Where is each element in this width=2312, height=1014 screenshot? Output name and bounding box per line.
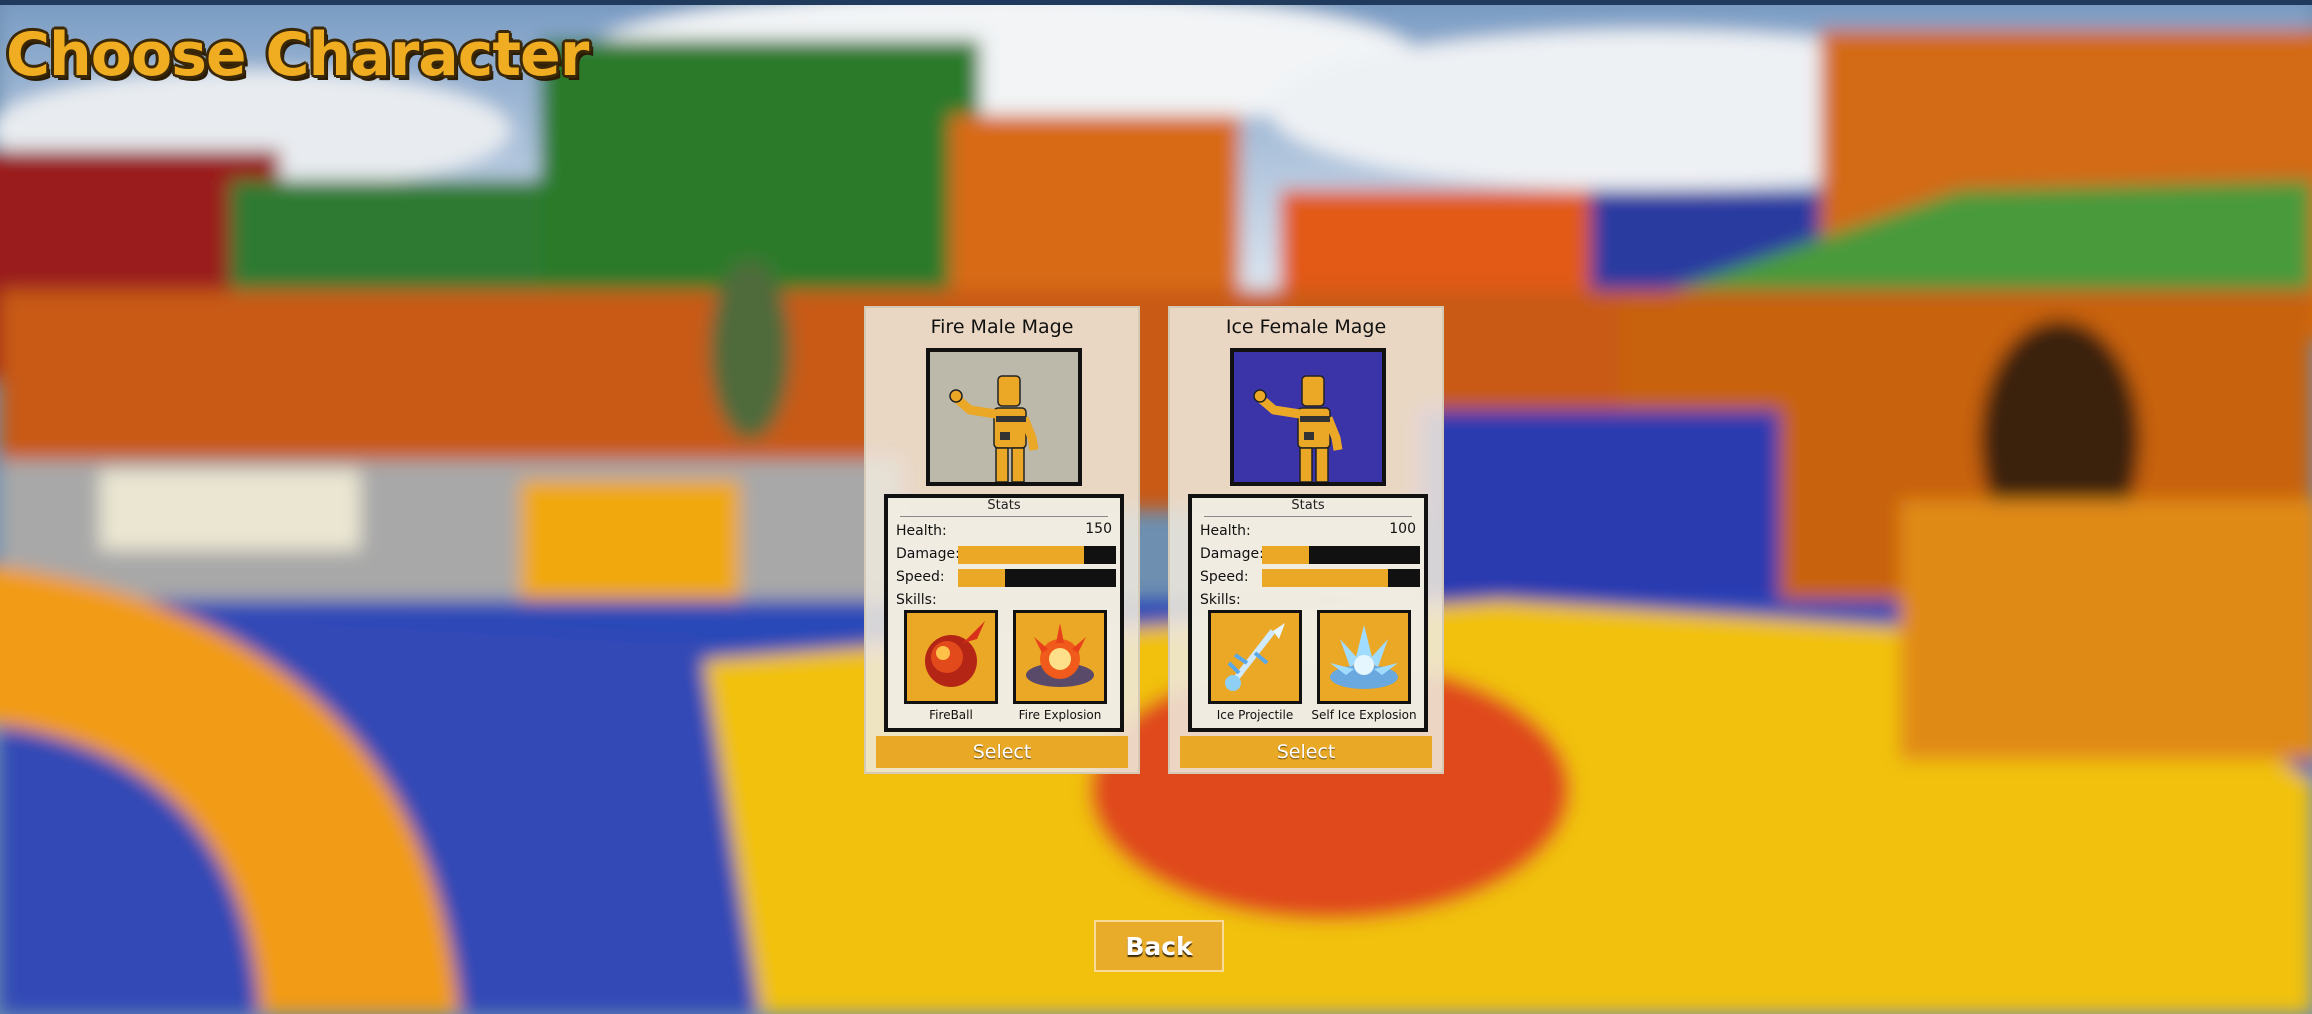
fireball-icon [925,621,985,687]
speed-label: Speed: [1200,569,1249,585]
select-button[interactable]: Select [1180,736,1432,768]
back-button[interactable]: Back [1094,920,1224,972]
skill-name: Fire Explosion [1018,708,1102,722]
mannequin-icon [949,375,1039,482]
damage-bar-fill [958,546,1085,564]
character-name: Ice Female Mage [1225,316,1387,338]
skills-label: Skills: [1200,592,1241,608]
character-card-ice-mage: Ice Female Mage Stats Health: 100 Damage… [1168,306,1444,774]
damage-label: Damage: [896,546,960,562]
stats-panel: Stats Health: 100 Damage: Speed: Skills:… [1188,494,1428,732]
mannequin-icon [1253,375,1343,482]
skill-fire-explosion[interactable] [1013,610,1107,704]
game-background [0,0,2312,1014]
speed-bar-fill [958,569,1006,587]
skill-name: FireBall [929,708,973,722]
skill-name: Self Ice Explosion [1311,708,1417,722]
skills-label: Skills: [896,592,937,608]
damage-bar [958,546,1116,564]
select-button[interactable]: Select [876,736,1128,768]
skill-name: Ice Projectile [1216,708,1294,722]
stats-divider [900,516,1108,517]
ice-projectile-icon [1225,623,1285,691]
damage-label: Damage: [1200,546,1264,562]
character-name: Fire Male Mage [930,316,1074,338]
character-portrait[interactable] [926,348,1082,486]
speed-bar [958,569,1116,587]
skill-fireball[interactable] [904,610,998,704]
page-title: Choose Character [6,20,589,90]
skill-ice-projectile[interactable] [1208,610,1302,704]
speed-bar-fill [1262,569,1389,587]
skill-self-ice-explosion[interactable] [1317,610,1411,704]
top-border [0,0,2312,5]
speed-label: Speed: [896,569,945,585]
health-label: Health: [1200,523,1251,539]
damage-bar [1262,546,1420,564]
health-value: 150 [1085,521,1112,537]
stats-title: Stats [1291,498,1325,513]
stats-panel: Stats Health: 150 Damage: Speed: Skills: [884,494,1124,732]
health-label: Health: [896,523,947,539]
character-card-fire-mage: Fire Male Mage Stats Health: 150 Damage:… [864,306,1140,774]
speed-bar [1262,569,1420,587]
damage-bar-fill [1262,546,1310,564]
stats-divider [1204,516,1412,517]
stats-title: Stats [987,498,1021,513]
character-portrait[interactable] [1230,348,1386,486]
ice-explosion-icon [1330,625,1398,689]
health-value: 100 [1389,521,1416,537]
fire-explosion-icon [1026,623,1094,687]
